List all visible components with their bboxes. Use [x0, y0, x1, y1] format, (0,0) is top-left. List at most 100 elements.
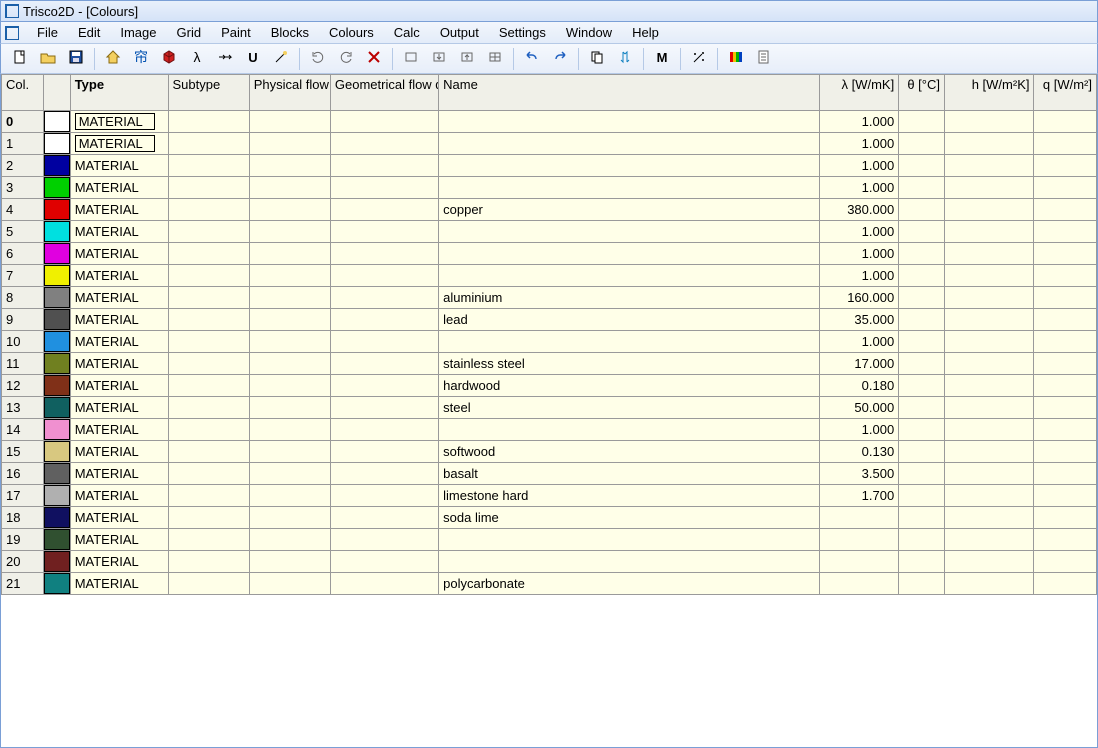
table-row[interactable]: 17MATERIALlimestone hard1.700	[2, 485, 1097, 507]
lambda-cell[interactable]: 380.000	[820, 199, 899, 221]
header-subtype[interactable]: Subtype	[168, 75, 249, 111]
colour-swatch[interactable]	[43, 529, 70, 551]
table-row[interactable]: 18MATERIALsoda lime	[2, 507, 1097, 529]
physical-cell[interactable]	[249, 199, 330, 221]
theta-cell[interactable]	[899, 529, 945, 551]
type-cell[interactable]: MATERIAL	[70, 155, 168, 177]
geometrical-cell[interactable]	[330, 551, 438, 573]
geometrical-cell[interactable]	[330, 133, 438, 155]
header-col[interactable]: Col.	[2, 75, 44, 111]
header-row[interactable]: Col. Type Subtype Physical flow dir. Geo…	[2, 75, 1097, 111]
menu-file[interactable]: File	[27, 23, 68, 42]
lambda-button[interactable]: λ	[184, 47, 210, 71]
table-row[interactable]: 15MATERIALsoftwood0.130	[2, 441, 1097, 463]
table-row[interactable]: 2MATERIAL1.000	[2, 155, 1097, 177]
geometrical-cell[interactable]	[330, 353, 438, 375]
lambda-cell[interactable]: 3.500	[820, 463, 899, 485]
table-row[interactable]: 10MATERIAL1.000	[2, 331, 1097, 353]
colour-swatch[interactable]	[43, 331, 70, 353]
menu-image[interactable]: Image	[110, 23, 166, 42]
name-cell[interactable]	[439, 419, 820, 441]
row-index[interactable]: 4	[2, 199, 44, 221]
h-cell[interactable]	[944, 551, 1034, 573]
header-physical[interactable]: Physical flow dir.	[249, 75, 330, 111]
table-row[interactable]: 5MATERIAL1.000	[2, 221, 1097, 243]
h-cell[interactable]	[944, 375, 1034, 397]
name-cell[interactable]: stainless steel	[439, 353, 820, 375]
colour-swatch[interactable]	[43, 551, 70, 573]
subtype-cell[interactable]	[168, 419, 249, 441]
physical-cell[interactable]	[249, 133, 330, 155]
rect-down-button[interactable]	[426, 47, 452, 71]
geometrical-cell[interactable]	[330, 331, 438, 353]
type-cell[interactable]: MATERIAL	[70, 309, 168, 331]
type-cell[interactable]: MATERIAL	[70, 287, 168, 309]
physical-cell[interactable]	[249, 243, 330, 265]
subtype-cell[interactable]	[168, 309, 249, 331]
table-row[interactable]: 1MATERIAL1.000	[2, 133, 1097, 155]
home-button[interactable]	[100, 47, 126, 71]
row-index[interactable]: 19	[2, 529, 44, 551]
subtype-cell[interactable]	[168, 133, 249, 155]
undo-rotate-button[interactable]	[305, 47, 331, 71]
row-index[interactable]: 16	[2, 463, 44, 485]
menu-window[interactable]: Window	[556, 23, 622, 42]
menu-settings[interactable]: Settings	[489, 23, 556, 42]
geometrical-cell[interactable]	[330, 397, 438, 419]
physical-cell[interactable]	[249, 507, 330, 529]
q-cell[interactable]	[1034, 397, 1097, 419]
colour-swatch[interactable]	[43, 133, 70, 155]
q-cell[interactable]	[1034, 155, 1097, 177]
header-lambda[interactable]: λ [W/mK]	[820, 75, 899, 111]
header-q[interactable]: q [W/m²]	[1034, 75, 1097, 111]
table-row[interactable]: 4MATERIALcopper380.000	[2, 199, 1097, 221]
q-cell[interactable]	[1034, 353, 1097, 375]
theta-cell[interactable]	[899, 309, 945, 331]
updown-arrows-button[interactable]	[612, 47, 638, 71]
physical-cell[interactable]	[249, 551, 330, 573]
colours-grid[interactable]: Col. Type Subtype Physical flow dir. Geo…	[0, 74, 1098, 748]
colour-swatch[interactable]	[43, 507, 70, 529]
lambda-cell[interactable]	[820, 573, 899, 595]
header-theta[interactable]: θ [°C]	[899, 75, 945, 111]
name-cell[interactable]: soda lime	[439, 507, 820, 529]
geometrical-cell[interactable]	[330, 419, 438, 441]
copy-button[interactable]	[584, 47, 610, 71]
h-cell[interactable]	[944, 353, 1034, 375]
name-cell[interactable]	[439, 133, 820, 155]
redo-rotate-button[interactable]	[333, 47, 359, 71]
type-cell[interactable]: MATERIAL	[70, 243, 168, 265]
rect-empty-button[interactable]	[398, 47, 424, 71]
q-cell[interactable]	[1034, 331, 1097, 353]
header-name[interactable]: Name	[439, 75, 820, 111]
subtype-cell[interactable]	[168, 331, 249, 353]
menu-calc[interactable]: Calc	[384, 23, 430, 42]
theta-cell[interactable]	[899, 221, 945, 243]
geometrical-cell[interactable]	[330, 463, 438, 485]
theta-cell[interactable]	[899, 463, 945, 485]
row-index[interactable]: 13	[2, 397, 44, 419]
geometrical-cell[interactable]	[330, 375, 438, 397]
colour-swatch[interactable]	[43, 287, 70, 309]
row-index[interactable]: 8	[2, 287, 44, 309]
h-cell[interactable]	[944, 177, 1034, 199]
geometrical-cell[interactable]	[330, 221, 438, 243]
type-cell[interactable]: MATERIAL	[70, 331, 168, 353]
name-cell[interactable]: limestone hard	[439, 485, 820, 507]
geometrical-cell[interactable]	[330, 441, 438, 463]
subtype-cell[interactable]	[168, 221, 249, 243]
q-cell[interactable]	[1034, 287, 1097, 309]
subtype-cell[interactable]	[168, 287, 249, 309]
menu-help[interactable]: Help	[622, 23, 669, 42]
q-cell[interactable]	[1034, 265, 1097, 287]
physical-cell[interactable]	[249, 485, 330, 507]
wand-dots-button[interactable]	[686, 47, 712, 71]
theta-cell[interactable]	[899, 243, 945, 265]
type-cell[interactable]: MATERIAL	[70, 397, 168, 419]
type-cell[interactable]: MATERIAL	[70, 133, 168, 155]
subtype-cell[interactable]	[168, 353, 249, 375]
geometrical-cell[interactable]	[330, 155, 438, 177]
h-cell[interactable]	[944, 507, 1034, 529]
row-index[interactable]: 11	[2, 353, 44, 375]
h-cell[interactable]	[944, 529, 1034, 551]
